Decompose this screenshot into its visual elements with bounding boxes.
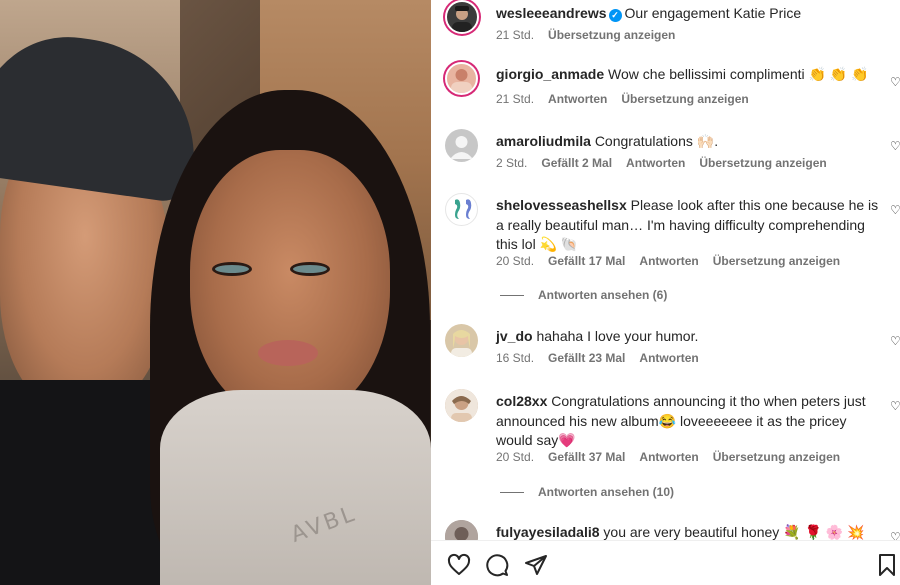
reply-link[interactable]: Antworten: [548, 92, 607, 106]
likes-count[interactable]: Gefällt 37 Mal: [548, 450, 625, 464]
reply-link[interactable]: Antworten: [639, 254, 698, 268]
comment-text-block: giorgio_anmade Wow che bellissimi compli…: [496, 65, 881, 85]
comment-username[interactable]: col28xx: [496, 393, 547, 409]
comment-item: shelovesseashellsx Please look after thi…: [445, 193, 900, 303]
replies-divider: [500, 492, 524, 494]
reply-link[interactable]: Antworten: [626, 156, 685, 170]
comment-username[interactable]: giorgio_anmade: [496, 66, 604, 82]
comment-like-icon[interactable]: ♡: [890, 76, 900, 88]
replies-divider: [500, 295, 524, 297]
woman-lips: [258, 340, 318, 366]
caption-text: Our engagement Katie Price: [624, 5, 802, 21]
comment-like-icon[interactable]: ♡: [890, 140, 900, 152]
comment-text: you are very beautiful honey 💐 🌹 🌸 💥: [603, 524, 865, 540]
woman-eye-left: [212, 262, 252, 276]
post-photo: AVBL: [0, 0, 431, 585]
avatar[interactable]: [445, 129, 478, 162]
share-icon[interactable]: [524, 553, 548, 577]
avatar[interactable]: [445, 520, 478, 540]
comment-time[interactable]: 2 Std.: [496, 156, 527, 170]
author-username[interactable]: wesleeeandrews: [496, 5, 607, 21]
comment-avatar-photo: [445, 520, 478, 540]
comment-username[interactable]: amaroliudmila: [496, 133, 591, 149]
seahorse-avatar-icon: [455, 199, 472, 219]
reply-link[interactable]: Antworten: [639, 450, 698, 464]
comment-text: hahaha I love your humor.: [536, 328, 699, 344]
translate-link[interactable]: Übersetzung anzeigen: [699, 156, 826, 170]
verified-badge-icon: ✓: [608, 9, 622, 22]
caption-time[interactable]: 21 Std.: [496, 28, 534, 42]
comment-username[interactable]: shelovesseashellsx: [496, 197, 627, 213]
likes-count[interactable]: Gefällt 2 Mal: [541, 156, 612, 170]
heart-icon[interactable]: [447, 553, 471, 577]
bookmark-icon[interactable]: [875, 553, 899, 577]
comment-meta: 20 Std. Gefällt 37 Mal Antworten Übersetzun…: [496, 450, 854, 464]
comment-meta: 16 Std. Gefällt 23 Mal Antworten: [496, 351, 713, 365]
author-avatar-photo: [452, 6, 472, 32]
post-actions-bar: [431, 540, 900, 585]
avatar[interactable]: [445, 193, 478, 226]
grey-hoodie: [160, 390, 431, 585]
comment-item: fulyayesiladali8 you are very beautiful …: [445, 520, 900, 540]
translate-link[interactable]: Übersetzung anzeigen: [548, 28, 675, 42]
comment-username[interactable]: fulyayesiladali8: [496, 524, 600, 540]
comment-text-block: jv_do hahaha I love your humor.: [496, 327, 881, 347]
comment-item: giorgio_anmade Wow che bellissimi compli…: [445, 62, 900, 112]
caption-text-block: wesleeeandrews ✓ Our engagement Katie Pric…: [496, 4, 881, 24]
comment-time[interactable]: 20 Std.: [496, 450, 534, 464]
avatar[interactable]: [445, 62, 478, 95]
comment-time[interactable]: 16 Std.: [496, 351, 534, 365]
comment-avatar-photo: [445, 389, 478, 422]
comment-like-icon[interactable]: ♡: [890, 400, 900, 412]
view-replies-link[interactable]: Antworten ansehen (10): [500, 485, 674, 499]
translate-link[interactable]: Übersetzung anzeigen: [713, 450, 840, 464]
view-replies-label: Antworten ansehen (6): [538, 288, 668, 302]
comment-like-icon[interactable]: ♡: [890, 531, 900, 540]
comment-avatar-photo: [451, 69, 472, 93]
reply-link[interactable]: Antworten: [639, 351, 698, 365]
comment-meta: 20 Std. Gefällt 17 Mal Antworten Übersetzun…: [496, 254, 854, 268]
translate-link[interactable]: Übersetzung anzeigen: [713, 254, 840, 268]
comment-text-block: amaroliudmila Congratulations 🙌🏻.: [496, 132, 881, 152]
comment-item: amaroliudmila Congratulations 🙌🏻. 2 Std.…: [445, 129, 900, 173]
comment-like-icon[interactable]: ♡: [890, 335, 900, 347]
comment-item: jv_do hahaha I love your humor. 16 Std. G…: [445, 324, 900, 368]
avatar[interactable]: [445, 324, 478, 357]
comment-text-block: fulyayesiladali8 you are very beautiful …: [496, 523, 881, 540]
likes-count[interactable]: Gefällt 17 Mal: [548, 254, 625, 268]
comment-icon[interactable]: [485, 553, 509, 577]
avatar[interactable]: [445, 389, 478, 422]
comment-time[interactable]: 20 Std.: [496, 254, 534, 268]
comments-list[interactable]: wesleeeandrews ✓ Our engagement Katie Pric…: [431, 0, 900, 540]
woman-face: [190, 150, 390, 420]
woman-eye-right: [290, 262, 330, 276]
comment-time[interactable]: 21 Std.: [496, 92, 534, 106]
comment-username[interactable]: jv_do: [496, 328, 533, 344]
comment-avatar-photo: [451, 330, 472, 357]
view-replies-link[interactable]: Antworten ansehen (6): [500, 288, 667, 302]
avatar[interactable]: [445, 0, 479, 34]
comment-meta: 21 Std. Antworten Übersetzung anzeigen: [496, 92, 763, 106]
comment-text-block: col28xx Congratulations announcing it th…: [496, 392, 881, 451]
comment-text-block: shelovesseashellsx Please look after thi…: [496, 196, 881, 255]
comment-text: Congratulations announcing it tho when p…: [496, 393, 866, 448]
likes-count[interactable]: Gefällt 23 Mal: [548, 351, 625, 365]
comment-like-icon[interactable]: ♡: [890, 204, 900, 216]
comment-meta: 2 Std. Gefällt 2 Mal Antworten Übersetzung …: [496, 156, 841, 170]
view-replies-label: Antworten ansehen (10): [538, 485, 675, 499]
caption-meta: 21 Std. Übersetzung anzeigen: [496, 28, 689, 42]
default-avatar-icon: [450, 136, 473, 159]
comment-text: Congratulations 🙌🏻.: [594, 133, 719, 149]
comments-panel: wesleeeandrews ✓ Our engagement Katie Pric…: [431, 0, 900, 585]
comment-item: col28xx Congratulations announcing it th…: [445, 389, 900, 499]
comment-text: Wow che bellissimi complimenti 👏 👏 👏: [608, 66, 869, 82]
post-caption: wesleeeandrews ✓ Our engagement Katie Pric…: [445, 0, 890, 44]
translate-link[interactable]: Übersetzung anzeigen: [621, 92, 748, 106]
